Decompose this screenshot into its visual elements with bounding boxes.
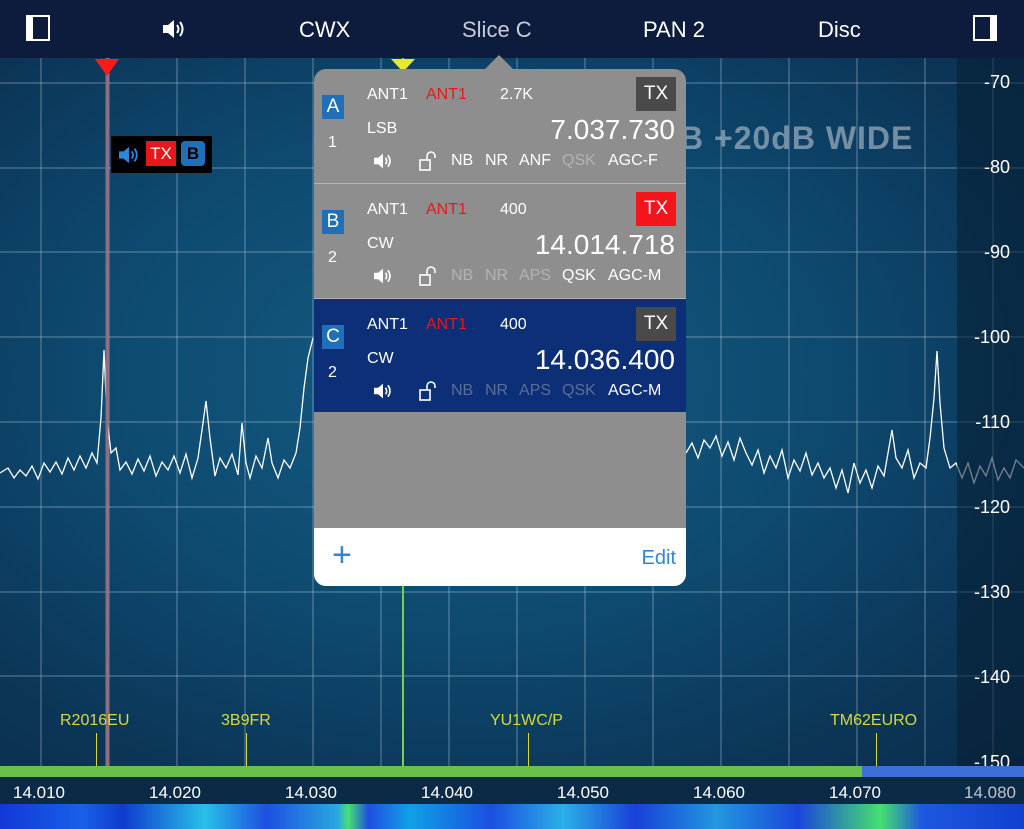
nb-toggle[interactable]: NB — [451, 267, 473, 285]
freq-label: 14.010 — [13, 783, 65, 802]
tx-antenna[interactable]: ANT1 — [426, 316, 467, 334]
anf-toggle[interactable]: ANF — [519, 152, 551, 170]
pan-button[interactable]: PAN 2 — [643, 17, 705, 43]
top-bar: CWX Slice C PAN 2 Disc — [0, 0, 1024, 58]
nr-toggle[interactable]: NR — [485, 267, 508, 285]
db-label: -110 — [975, 412, 1010, 432]
db-label: -70 — [983, 72, 1010, 92]
slice-frequency[interactable]: 14.014.718 — [535, 229, 675, 261]
nb-toggle[interactable]: NB — [451, 382, 473, 400]
band-segment-cw — [0, 766, 862, 777]
freq-label: 14.040 — [421, 783, 473, 802]
rx-antenna[interactable]: ANT1 — [367, 316, 408, 334]
slice-frequency[interactable]: 7.037.730 — [550, 114, 675, 146]
nb-toggle[interactable]: NB — [451, 152, 473, 170]
dx-spot[interactable]: YU1WC/P — [490, 712, 563, 730]
slice-mode[interactable]: CW — [367, 235, 394, 253]
speaker-icon[interactable] — [161, 18, 187, 45]
db-label: -130 — [973, 582, 1010, 602]
disc-button[interactable]: Disc — [818, 17, 861, 43]
slice-row-a[interactable]: A 1 ANT1 ANT1 2.7K TX LSB 7.037.730 NB N… — [314, 69, 686, 184]
freq-label: 14.030 — [285, 783, 337, 802]
unlock-icon[interactable] — [418, 150, 438, 177]
db-label: -100 — [973, 327, 1010, 347]
tx-antenna[interactable]: ANT1 — [426, 86, 467, 104]
slice-button[interactable]: Slice C — [462, 17, 532, 43]
slice-mode[interactable]: CW — [367, 350, 394, 368]
db-label: -120 — [973, 497, 1010, 517]
slice-frequency[interactable]: 14.036.400 — [535, 344, 675, 376]
tx-slice-badge: TX B — [111, 136, 212, 173]
filter-width[interactable]: 400 — [500, 316, 527, 334]
popover-footer: + Edit — [314, 528, 686, 586]
rx-antenna[interactable]: ANT1 — [367, 201, 408, 219]
slice-number: 1 — [328, 134, 337, 151]
slice-mode[interactable]: LSB — [367, 120, 397, 138]
band-segment-data — [862, 766, 1024, 777]
agc-toggle[interactable]: AGC-M — [608, 382, 661, 400]
aps-toggle[interactable]: APS — [519, 267, 551, 285]
dx-spot[interactable]: R2016EU — [60, 712, 129, 730]
agc-toggle[interactable]: AGC-M — [608, 267, 661, 285]
db-label: -80 — [983, 157, 1010, 177]
waterfall[interactable] — [0, 804, 1024, 829]
filter-width[interactable]: 400 — [500, 201, 527, 219]
slice-number: 2 — [328, 364, 337, 381]
speaker-icon[interactable] — [372, 267, 394, 290]
tx-button[interactable]: TX — [636, 77, 676, 111]
qsk-toggle[interactable]: QSK — [562, 382, 596, 400]
sidebar-left-icon[interactable] — [26, 15, 50, 46]
freq-label: 14.080 — [964, 783, 1016, 802]
rx-antenna[interactable]: ANT1 — [367, 86, 408, 104]
tx-antenna[interactable]: ANT1 — [426, 201, 467, 219]
db-label: -140 — [973, 667, 1010, 687]
speaker-icon[interactable] — [372, 152, 394, 175]
filter-width[interactable]: 2.7K — [500, 86, 533, 104]
freq-label: 14.050 — [557, 783, 609, 802]
freq-label: 14.020 — [149, 783, 201, 802]
freq-label: 14.060 — [693, 783, 745, 802]
qsk-toggle[interactable]: QSK — [562, 267, 596, 285]
sidebar-right-icon[interactable] — [973, 15, 997, 46]
nr-toggle[interactable]: NR — [485, 152, 508, 170]
slice-row-c[interactable]: C 2 ANT1 ANT1 400 TX CW 14.036.400 NB NR… — [314, 299, 686, 414]
slice-letter: A — [322, 95, 344, 119]
dx-spot[interactable]: TM62EURO — [830, 712, 917, 730]
slice-popover: A 1 ANT1 ANT1 2.7K TX LSB 7.037.730 NB N… — [314, 69, 686, 586]
slice-number: 2 — [328, 249, 337, 266]
freq-label: 14.070 — [829, 783, 881, 802]
speaker-icon[interactable] — [372, 382, 394, 405]
unlock-icon[interactable] — [418, 265, 438, 292]
tx-indicator: TX — [146, 141, 176, 166]
slice-row-b[interactable]: B 2 ANT1 ANT1 400 TX CW 14.014.718 NB NR… — [314, 184, 686, 299]
slice-indicator: B — [181, 141, 205, 166]
qsk-toggle[interactable]: QSK — [562, 152, 596, 170]
agc-toggle[interactable]: AGC-F — [608, 152, 658, 170]
mode-button[interactable]: CWX — [299, 17, 350, 43]
tx-button[interactable]: TX — [636, 307, 676, 341]
add-slice-button[interactable]: + — [332, 536, 352, 575]
dx-spot[interactable]: 3B9FR — [221, 712, 271, 730]
nr-toggle[interactable]: NR — [485, 382, 508, 400]
edit-button[interactable]: Edit — [642, 547, 676, 570]
slice-letter: C — [322, 325, 344, 349]
pan-settings-overlay: B +20dB WIDE — [680, 120, 914, 156]
unlock-icon[interactable] — [418, 380, 438, 407]
slice-letter: B — [322, 210, 344, 234]
speaker-icon — [117, 145, 141, 170]
popover-empty-area — [314, 412, 686, 528]
aps-toggle[interactable]: APS — [519, 382, 551, 400]
popover-arrow — [484, 55, 514, 70]
db-label: -90 — [983, 242, 1010, 262]
tx-button[interactable]: TX — [636, 192, 676, 226]
